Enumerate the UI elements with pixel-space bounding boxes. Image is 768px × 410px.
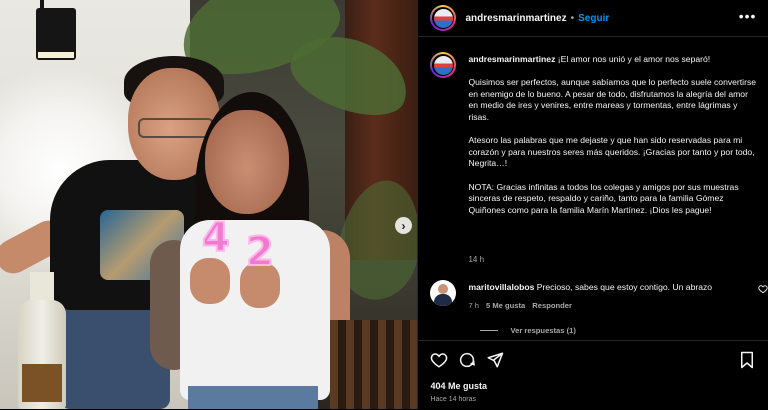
- glasses: [138, 118, 214, 138]
- avatar[interactable]: [430, 5, 457, 31]
- commenter-avatar[interactable]: [430, 280, 457, 306]
- caption-paragraph: Atesoro las palabras que me dejaste y qu…: [468, 135, 755, 169]
- profile-picture: [433, 8, 453, 28]
- comment-body: Precioso, sabes que estoy contigo. Un ab…: [536, 282, 713, 292]
- like-heart-icon[interactable]: [430, 351, 448, 369]
- lamp-light: [38, 52, 74, 58]
- more-options-icon[interactable]: •••: [739, 8, 757, 24]
- next-photo-button[interactable]: ›: [395, 217, 412, 234]
- candle-number: 2: [245, 229, 275, 275]
- comment-meta: 7 h 5 Me gusta Responder: [468, 301, 571, 310]
- caption-text: andresmarinmartinez ¡El amor nos unió y …: [468, 54, 758, 228]
- comment-username[interactable]: maritovillalobos: [468, 282, 534, 292]
- chevron-right-icon: ›: [401, 218, 406, 233]
- post-photo[interactable]: 4 2 ›: [0, 0, 418, 409]
- save-bookmark-icon[interactable]: [738, 351, 756, 369]
- caption-username[interactable]: andresmarinmartinez: [468, 54, 555, 64]
- caption-time: 14 h: [468, 255, 485, 264]
- woman-jeans: [188, 386, 318, 409]
- reply-button[interactable]: Responder: [532, 301, 572, 310]
- comment-like-heart-icon[interactable]: [758, 284, 768, 296]
- view-replies-label: Ver respuestas (1): [510, 326, 576, 335]
- post-side-panel: andresmarinmartinez • Seguir ••• andresm…: [417, 0, 768, 409]
- woman-face: [205, 110, 289, 214]
- likes-count[interactable]: 404 Me gusta: [430, 381, 487, 391]
- replies-divider: [480, 330, 499, 331]
- follow-button[interactable]: Seguir: [578, 13, 609, 24]
- share-send-icon[interactable]: [486, 351, 504, 369]
- hand: [190, 258, 230, 304]
- caption-avatar[interactable]: [430, 52, 457, 78]
- separator-dot: •: [570, 12, 575, 24]
- view-replies-button[interactable]: Ver respuestas (1): [480, 326, 576, 335]
- bottle-label: [22, 364, 62, 402]
- instagram-post: 4 2 › andresmarinmartinez • Seguir ••• a…: [0, 0, 768, 409]
- caption-paragraph: NOTA: Gracias infinitas a todos los cole…: [468, 181, 739, 215]
- actions-bar: 404 Me gusta Hace 14 horas: [418, 340, 768, 410]
- caption-paragraph: Quisimos ser perfectos, aunque sabíamos …: [468, 77, 757, 122]
- post-header: andresmarinmartinez • Seguir •••: [418, 0, 768, 37]
- comment-time: 7 h: [468, 301, 480, 310]
- caption-paragraph: ¡El amor nos unió y el amor nos separó!: [557, 54, 711, 64]
- wooden-chair: [330, 320, 418, 409]
- comment-likes[interactable]: 5 Me gusta: [486, 301, 525, 310]
- post-timestamp: Hace 14 horas: [430, 396, 476, 403]
- comment-bubble-icon[interactable]: [458, 351, 476, 369]
- header-username[interactable]: andresmarinmartinez: [465, 13, 566, 24]
- candle-number: 4: [201, 215, 231, 261]
- profile-picture: [433, 55, 453, 75]
- comment-text: maritovillalobos Precioso, sabes que est…: [468, 282, 748, 293]
